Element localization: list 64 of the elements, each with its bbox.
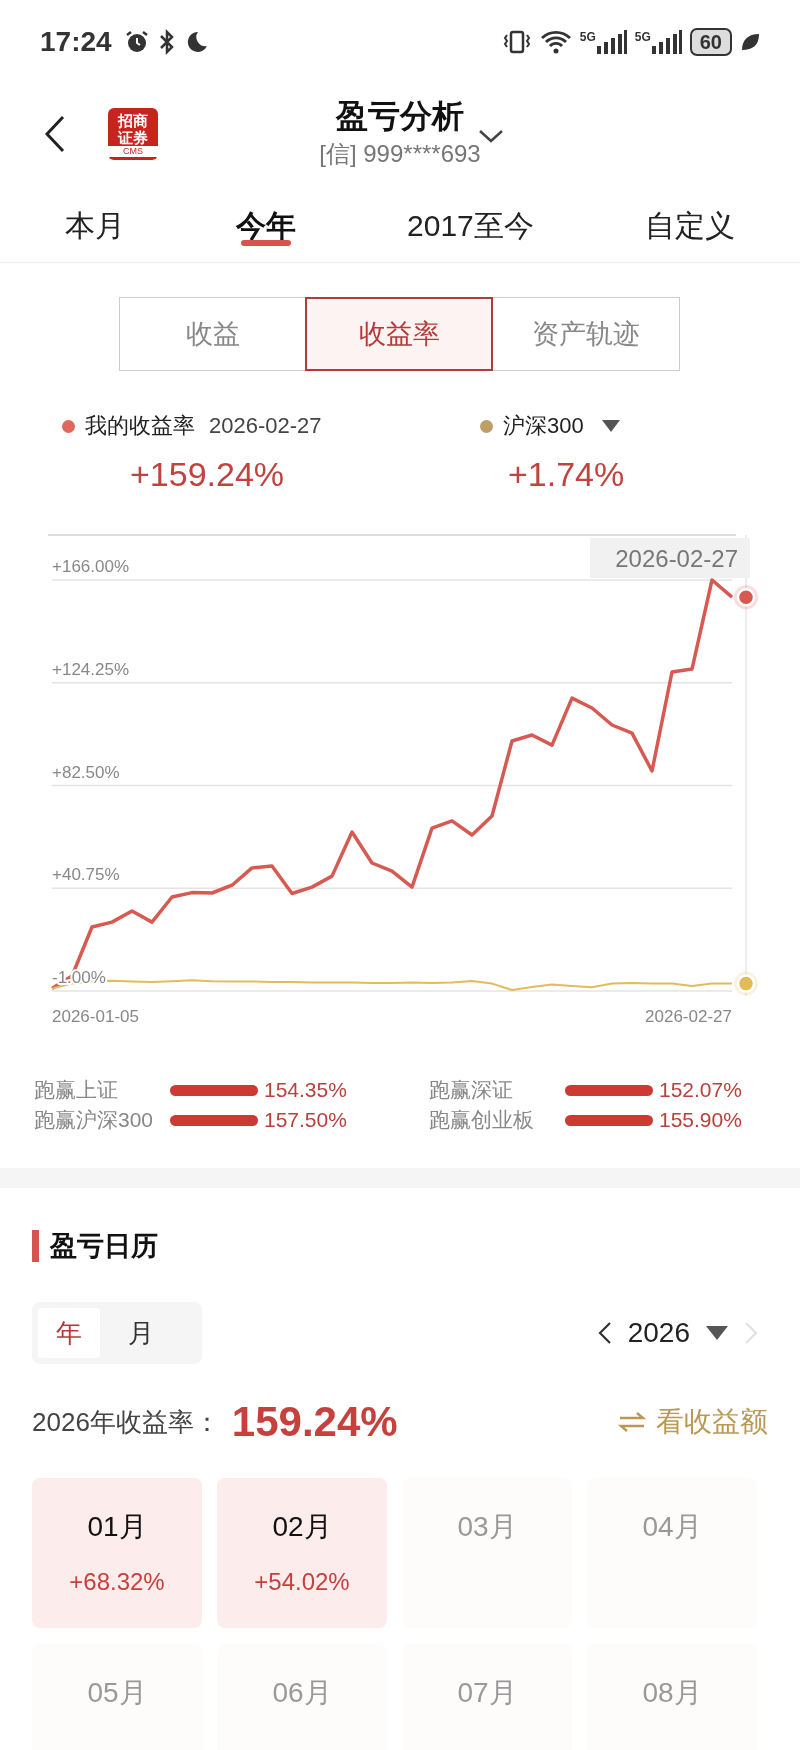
comparison-label: 跑赢上证 [34,1077,119,1103]
comparison-label: 跑赢创业板 [429,1107,535,1133]
legend-label: 我的收益率 [85,412,195,440]
clock-time: 17:24 [40,26,112,58]
y-axis-label: +40.75% [52,865,120,885]
wifi-icon [539,29,572,55]
month-cell[interactable]: 08月 [587,1644,757,1750]
summary-value: 159.24% [231,1398,398,1446]
month-cell[interactable]: 01月 +68.32% [32,1478,202,1628]
previous-icon[interactable] [597,1321,612,1345]
period-tab[interactable]: 2017至今 [407,184,534,262]
month-cell[interactable]: 04月 [587,1478,757,1628]
view-tab[interactable]: 收益 [118,297,307,371]
mode-tab[interactable]: 月 [110,1308,172,1358]
mode-tab[interactable]: 年 [38,1308,100,1358]
month-cell[interactable]: 02月 +54.02% [217,1478,387,1628]
period-tab[interactable]: 今年 [236,184,297,262]
comparison-value: 154.35% [264,1078,347,1102]
period-tab[interactable]: 自定义 [644,184,735,262]
end-point-marker [734,585,758,610]
dropdown-icon[interactable] [601,420,620,432]
x-axis-label: 2026-01-05 [52,1007,139,1026]
page-title: 盈亏分析 [336,97,464,136]
view-tab[interactable]: 收益率 [305,297,494,371]
date-tooltip: 2026-02-27 [590,538,750,578]
comparison-value: 155.90% [659,1108,742,1132]
comparison-value: 157.50% [264,1108,347,1132]
switch-link[interactable]: 看收益额 [618,1403,768,1441]
y-axis-label: +82.50% [52,762,120,782]
signal-icon [596,30,627,54]
account-number: [信] 999****693 [319,139,481,169]
month-cell[interactable]: 07月 [402,1644,572,1750]
dropdown-icon[interactable] [706,1326,728,1340]
app-logo: 招商 证券 CMS [108,108,158,160]
section-marker [32,1230,39,1262]
end-point-marker [734,971,758,996]
month-cell[interactable]: 03月 [402,1478,572,1628]
view-tab[interactable]: 资产轨迹 [491,297,680,371]
swap-icon [618,1411,646,1433]
comparison-label: 跑赢深证 [429,1077,514,1103]
comparison-value: 152.07% [659,1078,742,1102]
signal-icon [651,30,682,54]
return-value: +159.24% [129,455,285,494]
summary-label: 2026年收益率： [32,1405,220,1439]
return-value: +1.74% [507,455,625,494]
network-type-label: 5G [579,30,596,44]
section-title: 盈亏日历 [50,1230,158,1263]
month-cell[interactable]: 06月 [217,1644,387,1750]
month-cell[interactable]: 05月 [32,1644,202,1750]
year-selector[interactable]: 2026 [627,1317,690,1349]
legend-date: 2026-02-27 [209,413,322,439]
back-icon[interactable] [44,114,66,154]
leaf-icon [740,32,760,52]
x-axis-label: 2026-02-27 [645,1007,732,1026]
battery-level: 60 [689,28,732,56]
comparison-label: 跑赢沪深300 [34,1107,155,1133]
legend-label: 沪深300 [503,412,584,440]
vibrate-icon [501,29,532,55]
y-axis-label: +124.25% [52,659,130,679]
chevron-down-icon[interactable] [478,128,504,144]
network-type-label: 5G [634,30,651,44]
y-axis-label: +166.00% [52,557,130,576]
period-tab[interactable]: 本月 [65,184,126,262]
bluetooth-icon [157,29,176,55]
